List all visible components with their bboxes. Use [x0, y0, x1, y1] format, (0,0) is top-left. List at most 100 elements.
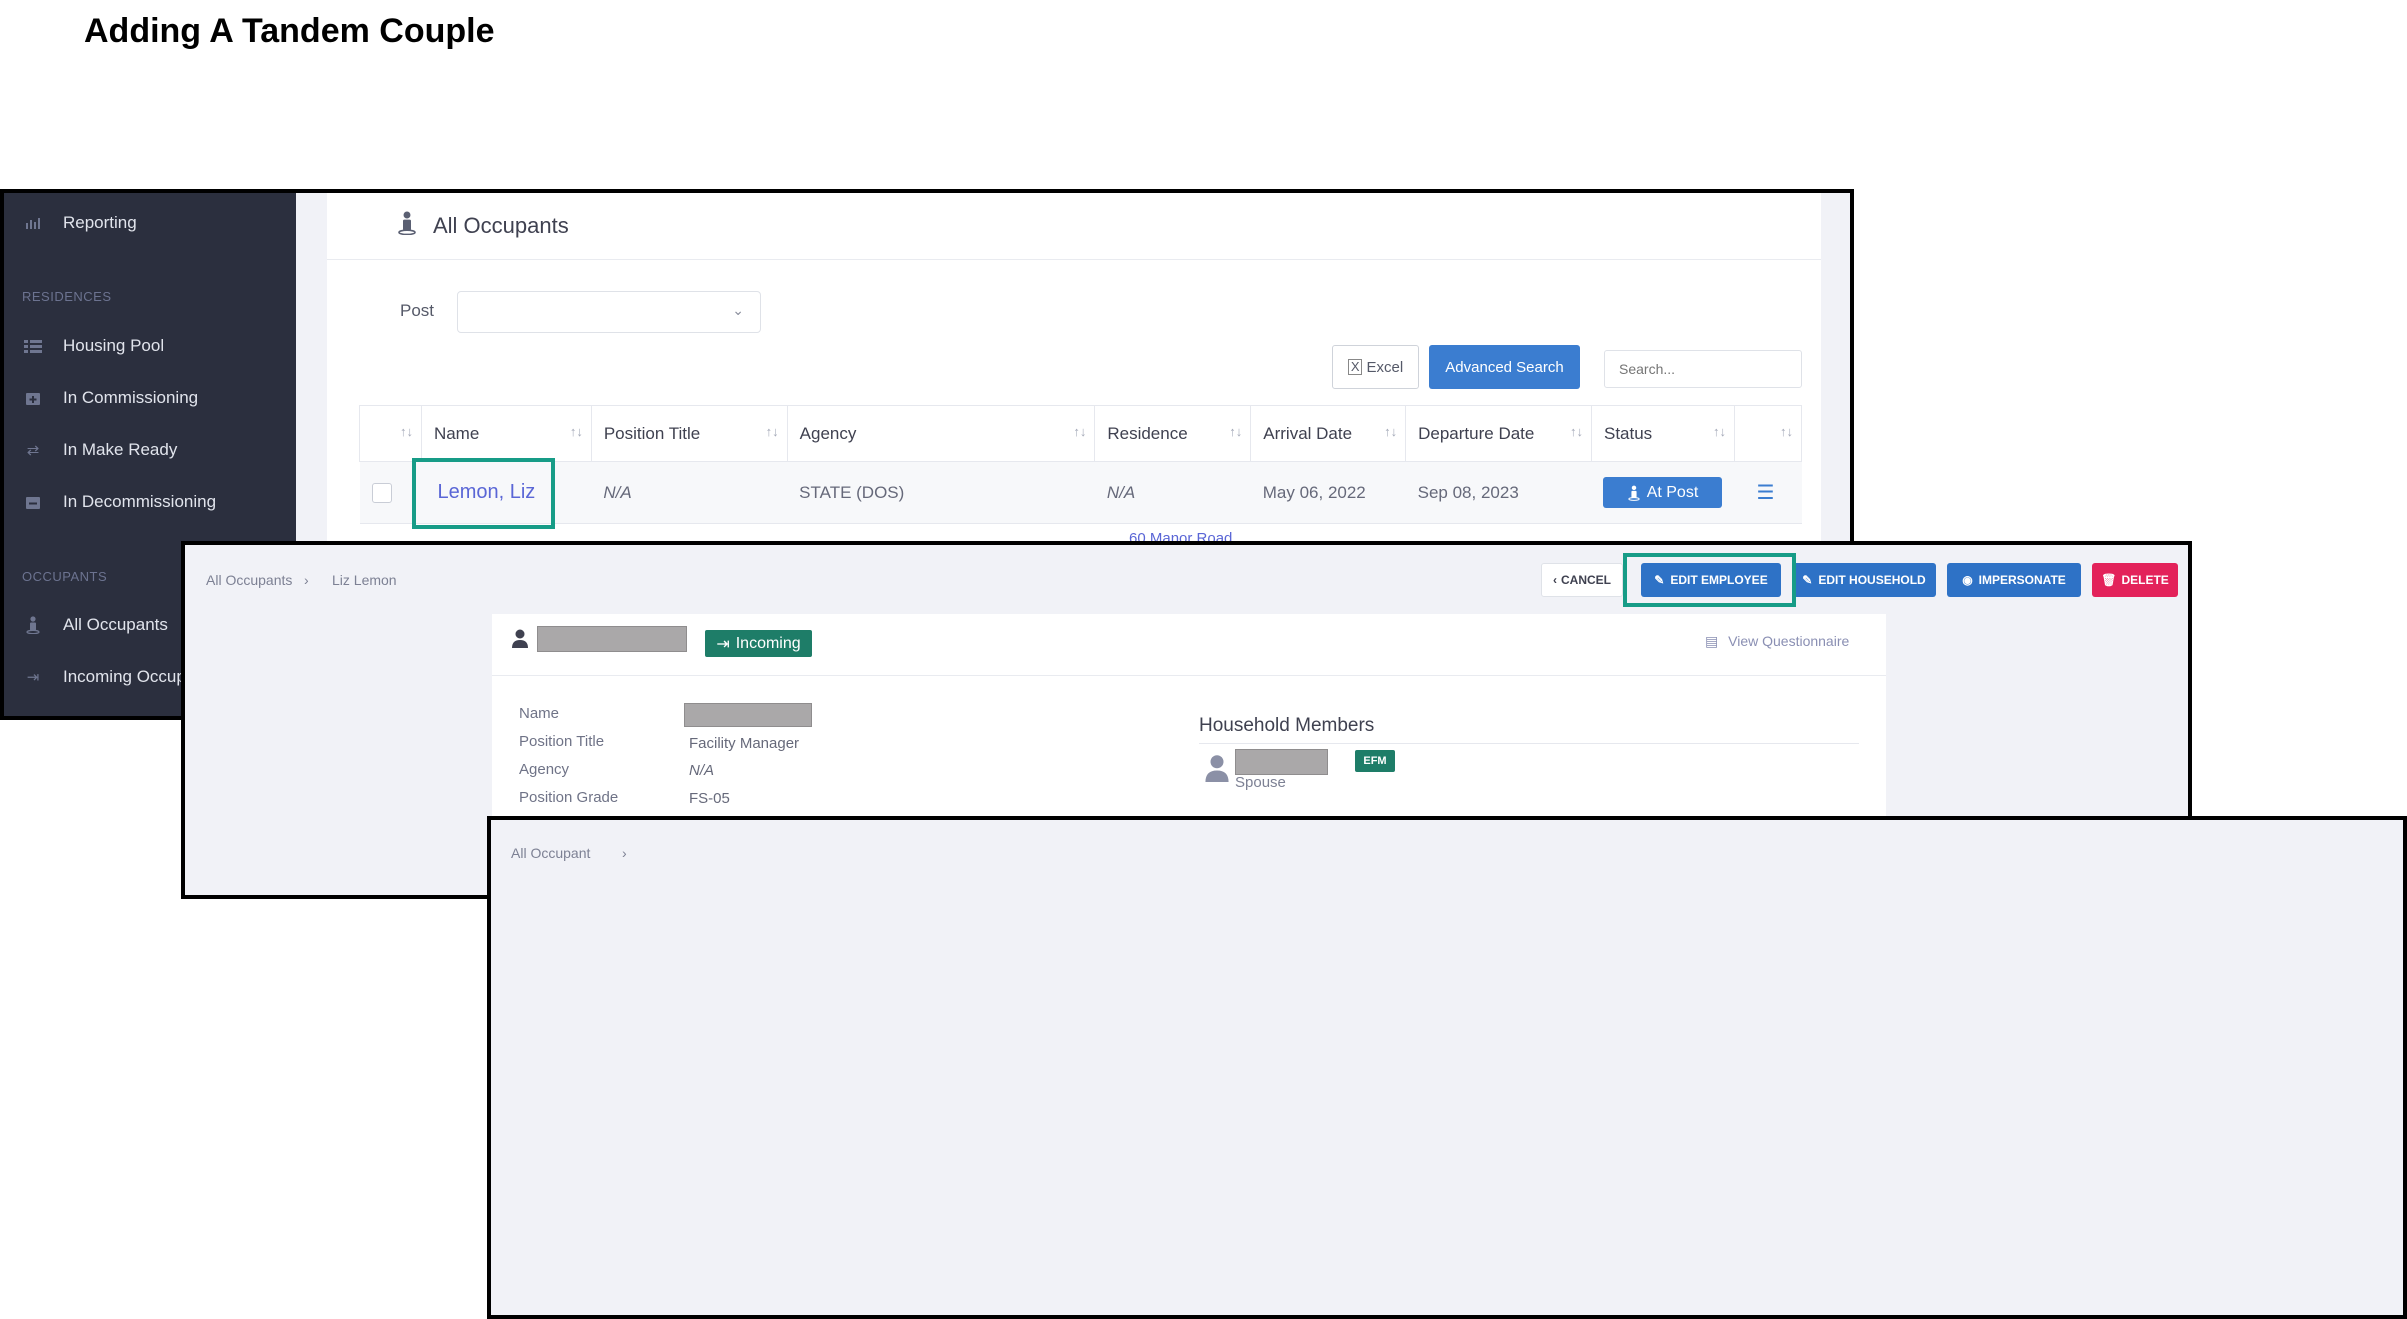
- edit-household-button[interactable]: ✎ EDIT HOUSEHOLD: [1792, 563, 1936, 597]
- excel-icon: X: [1347, 359, 1363, 375]
- person-icon: [22, 616, 44, 634]
- sidebar-item-label: In Commissioning: [63, 388, 199, 407]
- status-label: At Post: [1646, 483, 1699, 501]
- advanced-search-button[interactable]: Advanced Search: [1429, 345, 1580, 389]
- column-header-agency[interactable]: Agency ↑↓: [786, 405, 1096, 462]
- divider: [327, 259, 1821, 260]
- divider: [1199, 743, 1859, 744]
- member-badge: EFM: [1355, 750, 1395, 772]
- sidebar-item-label: In Make Ready: [63, 440, 178, 459]
- column-header-arrival-date[interactable]: Arrival Date ↑↓: [1250, 405, 1407, 462]
- departure-date-cell: Sep 08, 2023: [1405, 461, 1592, 524]
- arrival-date-cell: May 06, 2022: [1250, 461, 1406, 524]
- impersonate-button[interactable]: ◉ IMPERSONATE: [1947, 563, 2081, 597]
- position-title-cell: N/A: [591, 461, 788, 524]
- residence-cell: N/A: [1094, 461, 1251, 524]
- person-icon: [397, 211, 417, 241]
- sidebar-item-housing-pool[interactable]: Housing Pool: [22, 331, 164, 361]
- column-header-select[interactable]: ↑↓: [359, 405, 422, 462]
- breadcrumb-item: Liz Lemon: [332, 572, 397, 588]
- document-icon: ▤: [1705, 633, 1719, 649]
- field-label: Position Title: [519, 733, 605, 750]
- sidebar-item-in-commissioning[interactable]: In Commissioning: [22, 383, 198, 413]
- avatar: [1204, 754, 1230, 789]
- sort-icon: ↑↓: [1712, 424, 1726, 439]
- post-label: Post: [400, 301, 435, 320]
- sign-in-icon: ⇥: [26, 669, 40, 686]
- household-members-title: Household Members: [1199, 715, 1375, 736]
- field-label: Position Grade: [519, 789, 619, 806]
- field-value: N/A: [689, 762, 715, 779]
- field-label: Name: [519, 705, 560, 722]
- redacted-name-value: [684, 703, 812, 727]
- sidebar-item-all-occupants[interactable]: All Occupants: [22, 610, 168, 640]
- list-menu-icon[interactable]: ☰: [1756, 482, 1774, 504]
- column-header-position-title[interactable]: Position Title ↑↓: [590, 405, 788, 462]
- field-label: Agency: [519, 761, 570, 778]
- sort-icon: ↑↓: [399, 424, 413, 439]
- sort-icon: ↑↓: [1780, 424, 1793, 439]
- occupants-table: ↑↓ Name ↑↓ Position Title ↑↓ Agency ↑↓ Resi…: [359, 405, 1803, 524]
- bar-chart-icon: [22, 214, 44, 232]
- column-header-departure-date[interactable]: Departure Date ↑↓: [1405, 405, 1592, 462]
- person-icon: [1628, 485, 1640, 501]
- sidebar-item-incoming-occupants[interactable]: ⇥ Incoming Occup: [22, 662, 186, 692]
- breadcrumb-separator: ›: [304, 572, 309, 588]
- sidebar-item-in-make-ready[interactable]: ⇄ In Make Ready: [22, 435, 178, 465]
- actions-cell: ☰: [1734, 461, 1802, 524]
- refresh-icon: ⇄: [26, 442, 40, 459]
- sidebar-item-label: Reporting: [63, 213, 137, 232]
- sidebar-item-reporting[interactable]: Reporting: [22, 208, 137, 238]
- column-header-status[interactable]: Status ↑↓: [1590, 405, 1735, 462]
- sidebar-item-label: In Decommissioning: [63, 492, 217, 511]
- card-title: All Occupants: [397, 211, 569, 241]
- sort-icon: ↑↓: [569, 424, 583, 439]
- status-badge: ⇥ Incoming: [705, 630, 812, 657]
- column-header-residence[interactable]: Residence ↑↓: [1094, 405, 1252, 462]
- mask-icon: ◉: [1962, 573, 1973, 587]
- excel-button[interactable]: X Excel: [1332, 345, 1419, 389]
- chevron-down-icon: ⌄: [732, 302, 744, 318]
- highlight-box: [1623, 553, 1796, 607]
- field-value: FS-05: [689, 790, 730, 807]
- status-badge[interactable]: At Post: [1603, 477, 1723, 508]
- sort-icon: ↑↓: [765, 424, 779, 439]
- calendar-plus-icon: [22, 389, 44, 407]
- edit-icon: ✎: [1802, 573, 1813, 587]
- status-cell: At Post: [1591, 461, 1735, 524]
- redacted-member-name: [1235, 749, 1328, 775]
- list-icon: [22, 337, 44, 355]
- field-value: Facility Manager: [689, 735, 800, 752]
- sign-in-icon: ⇥: [716, 635, 730, 653]
- delete-button[interactable]: 🗑 DELETE: [2092, 563, 2178, 597]
- divider: [492, 675, 1886, 676]
- view-questionnaire-link[interactable]: ▤ View Questionnaire: [1705, 633, 1849, 650]
- breadcrumb-item[interactable]: All Occupants: [206, 572, 292, 588]
- highlight-box: [412, 458, 555, 529]
- row-checkbox[interactable]: [371, 482, 392, 503]
- sidebar-section-residences: RESIDENCES: [22, 289, 112, 304]
- column-header-name[interactable]: Name ↑↓: [420, 405, 592, 462]
- chevron-left-icon: ‹: [1553, 573, 1557, 587]
- excel-label: Excel: [1366, 358, 1404, 376]
- sort-icon: ↑↓: [1569, 424, 1583, 439]
- search-input[interactable]: [1604, 350, 1802, 388]
- sort-icon: ↑↓: [1229, 424, 1243, 439]
- calendar-x-icon: [22, 493, 44, 511]
- member-relation: Spouse: [1235, 774, 1286, 791]
- user-icon: [511, 629, 529, 654]
- sidebar-section-occupants: OCCUPANTS: [22, 569, 108, 584]
- card-title-text: All Occupants: [433, 213, 569, 238]
- breadcrumb-separator: ›: [622, 845, 627, 861]
- breadcrumb-item[interactable]: All Occupant: [511, 845, 590, 861]
- post-select[interactable]: ⌄: [457, 291, 761, 333]
- cancel-button[interactable]: ‹ CANCEL: [1541, 563, 1623, 597]
- page-title: Adding A Tandem Couple: [84, 12, 495, 50]
- redacted-name: [537, 626, 687, 652]
- sort-icon: ↑↓: [1384, 424, 1398, 439]
- sidebar-item-in-decommissioning[interactable]: In Decommissioning: [22, 487, 216, 517]
- agency-cell: STATE (DOS): [787, 461, 1095, 524]
- sidebar-item-label: Incoming Occup: [63, 667, 186, 686]
- column-header-actions[interactable]: ↑↓: [1733, 405, 1803, 462]
- sidebar-item-label: Housing Pool: [63, 336, 165, 355]
